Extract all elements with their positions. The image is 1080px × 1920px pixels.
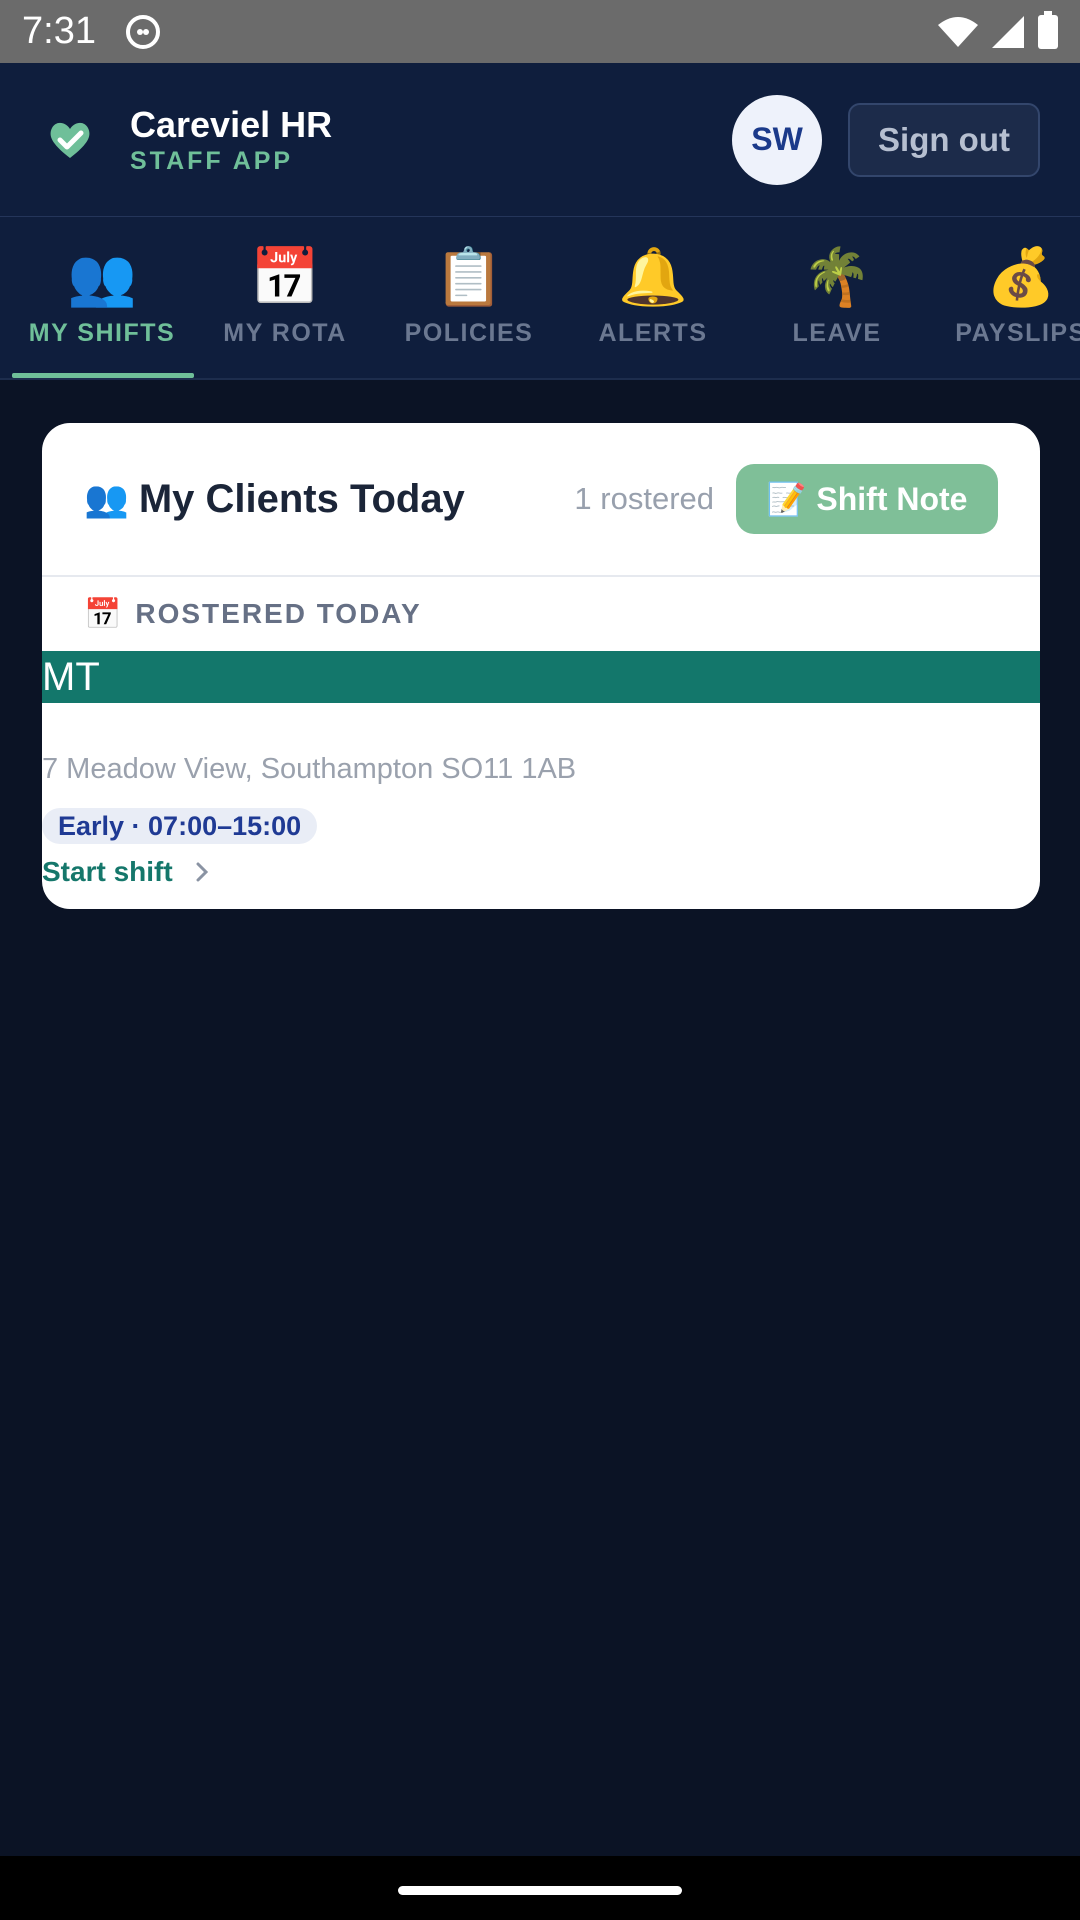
shift-note-label: Shift Note	[816, 480, 968, 517]
brand: Careviel HR STAFF APP	[130, 104, 332, 176]
tab-label: ALERTS	[598, 319, 708, 347]
tab-leave[interactable]: 🌴 LEAVE	[745, 217, 929, 378]
people-icon: 👥	[84, 478, 129, 519]
bell-icon: 🔔	[618, 245, 688, 308]
client-initials: MT	[42, 651, 1040, 703]
shift-time-badge: Early · 07:00–15:00	[42, 808, 318, 844]
money-bag-icon: 💰	[986, 245, 1056, 308]
clipboard-icon: 📋	[434, 245, 504, 308]
tab-policies[interactable]: 📋 POLICIES	[377, 217, 561, 378]
shift-note-button[interactable]: 📝 Shift Note	[736, 464, 998, 534]
chevron-right-icon	[196, 862, 208, 882]
section-label: ROSTERED TODAY	[135, 598, 422, 629]
tab-my-rota[interactable]: 📅 MY ROTA	[193, 217, 377, 378]
tab-label: MY ROTA	[223, 319, 347, 347]
status-icons	[938, 10, 1058, 49]
tab-my-shifts[interactable]: 👥 MY SHIFTS	[10, 217, 194, 378]
app-subtitle: STAFF APP	[130, 146, 294, 175]
app-title: Careviel HR	[130, 103, 333, 145]
tab-label: POLICIES	[404, 319, 534, 347]
status-bar: 7:31	[0, 0, 1080, 63]
start-shift-link[interactable]: Start shift	[42, 856, 1040, 888]
palm-tree-icon: 🌴	[802, 245, 872, 308]
rostered-count: 1 rostered	[574, 481, 714, 516]
active-tab-indicator	[12, 373, 194, 378]
memo-icon: 📝	[766, 481, 807, 517]
system-nav-bar	[0, 1856, 1080, 1920]
start-shift-label: Start shift	[42, 856, 173, 887]
tab-bar: 👥 MY SHIFTS 📅 MY ROTA 📋 POLICIES 🔔 ALERT…	[0, 217, 1080, 380]
people-icon: 👥	[67, 245, 137, 308]
card-header: 👥 My Clients Today 1 rostered 📝 Shift No…	[42, 423, 1040, 577]
tab-label: LEAVE	[792, 319, 882, 347]
client-list-item[interactable]: MT 7 Meadow View, Southampton SO11 1AB E…	[42, 651, 1040, 888]
avatar[interactable]: SW	[732, 94, 822, 185]
tab-label: MY SHIFTS	[28, 319, 176, 347]
home-gesture-handle[interactable]	[398, 1886, 682, 1895]
clients-today-card: 👥 My Clients Today 1 rostered 📝 Shift No…	[42, 423, 1040, 909]
app-header: Careviel HR STAFF APP SW Sign out	[0, 63, 1080, 217]
calendar-icon: 📅	[84, 597, 124, 631]
heart-check-logo-icon	[40, 110, 100, 170]
tab-alerts[interactable]: 🔔 ALERTS	[561, 217, 745, 378]
card-title: My Clients Today	[138, 476, 465, 521]
signal-icon	[992, 15, 1024, 48]
header-actions: SW Sign out	[732, 94, 1040, 185]
battery-icon	[1038, 10, 1058, 49]
status-time: 7:31	[22, 10, 96, 52]
rostered-today-heading: 📅 ROSTERED TODAY	[42, 577, 1040, 651]
tab-payslips[interactable]: 💰 PAYSLIPS	[929, 217, 1080, 378]
client-address: 7 Meadow View, Southampton SO11 1AB	[42, 753, 577, 785]
sign-out-button[interactable]: Sign out	[848, 102, 1040, 177]
wifi-icon	[938, 16, 978, 47]
calendar-icon: 📅	[250, 245, 320, 308]
notification-cat-icon	[125, 14, 160, 49]
tab-label: PAYSLIPS	[955, 319, 1080, 347]
